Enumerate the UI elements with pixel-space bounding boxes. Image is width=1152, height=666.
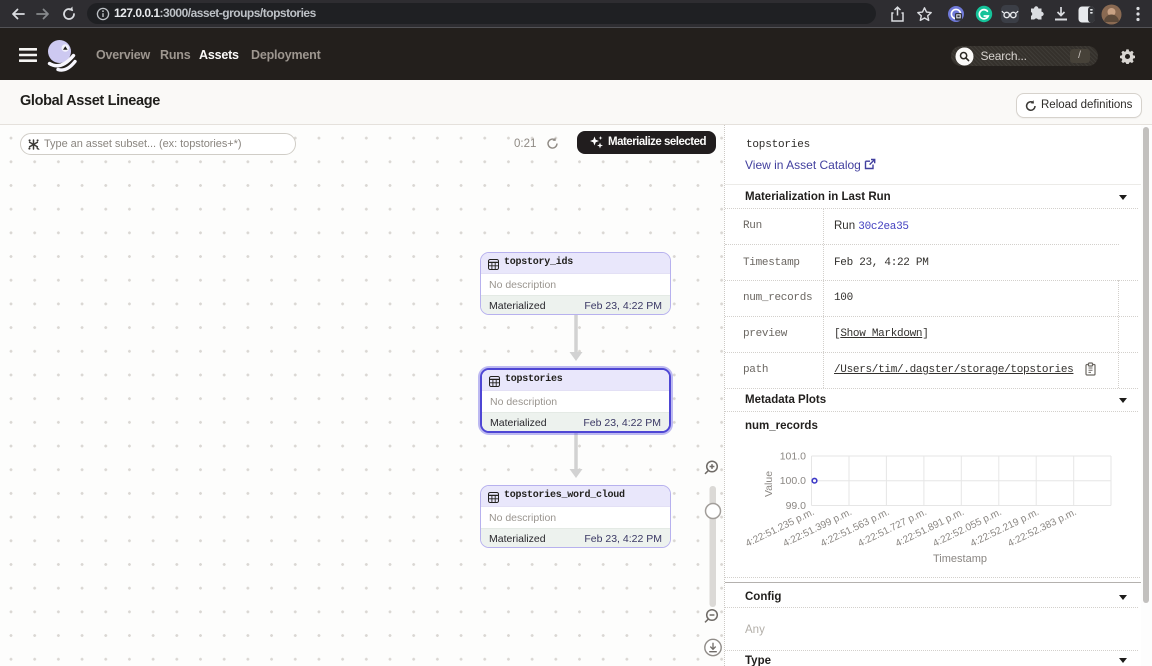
svg-text:Timestamp: Timestamp (933, 553, 987, 565)
svg-text:101.0: 101.0 (780, 451, 806, 463)
svg-text:Value: Value (763, 471, 775, 497)
svg-text:100.0: 100.0 (780, 475, 806, 487)
